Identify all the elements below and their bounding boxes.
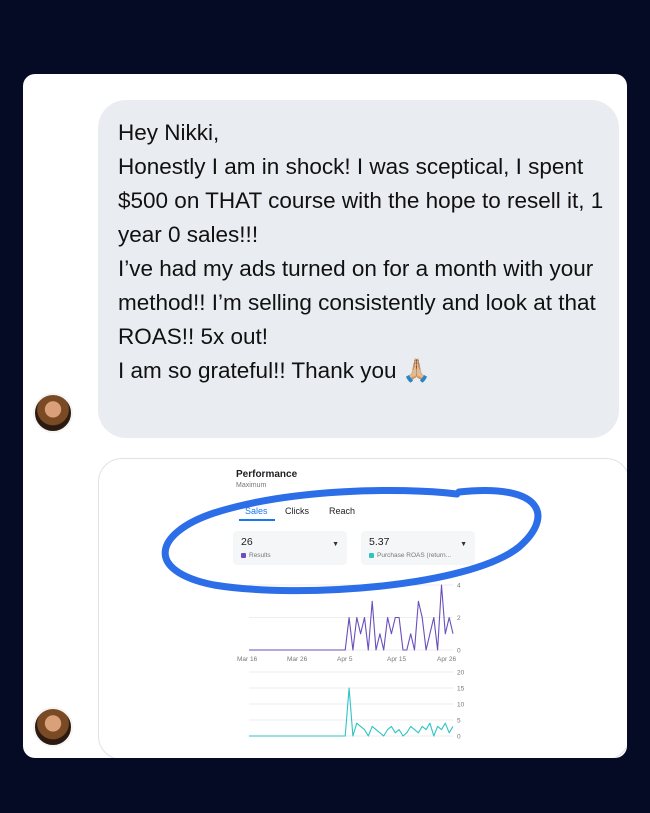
message-line-text: I am so grateful!! Thank you xyxy=(118,358,397,383)
series-line xyxy=(249,687,454,737)
y-tick-label: 0 xyxy=(457,734,461,741)
message-line: I am so grateful!! Thank you 🙏🏼 xyxy=(118,354,613,388)
message-bubble: Hey Nikki, Honestly I am in shock! I was… xyxy=(98,100,619,438)
x-tick-label: Apr 15 xyxy=(387,656,407,663)
x-tick-label: Apr 5 xyxy=(337,656,353,663)
y-tick-label: 4 xyxy=(457,583,461,590)
x-tick-label: Apr 26 xyxy=(437,656,457,663)
performance-charts: 024Mar 16 Mar 26 Apr 5 Apr 15 Apr 2605101520 xyxy=(237,583,465,741)
y-tick-label: 10 xyxy=(457,702,465,709)
message-text: Hey Nikki, Honestly I am in shock! I was… xyxy=(118,116,613,388)
y-tick-label: 2 xyxy=(457,615,461,622)
praying-hands-emoji: 🙏🏼 xyxy=(402,358,431,383)
message-line: Honestly I am in shock! I was sceptical,… xyxy=(118,154,604,247)
avatar[interactable] xyxy=(33,393,73,433)
y-tick-label: 0 xyxy=(457,648,461,655)
y-tick-label: 20 xyxy=(457,670,465,677)
y-tick-label: 5 xyxy=(457,718,461,725)
message-line: Hey Nikki, xyxy=(118,120,220,145)
avatar[interactable] xyxy=(33,707,73,747)
x-tick-label: Mar 26 xyxy=(287,656,308,663)
attached-screenshot[interactable]: Performance Maximum Sales Clicks Reach 2… xyxy=(98,458,627,758)
message-card: Hey Nikki, Honestly I am in shock! I was… xyxy=(23,74,627,758)
y-tick-label: 15 xyxy=(457,686,465,693)
x-tick-label: Mar 16 xyxy=(237,656,258,663)
message-line: I’ve had my ads turned on for a month wi… xyxy=(118,256,596,349)
